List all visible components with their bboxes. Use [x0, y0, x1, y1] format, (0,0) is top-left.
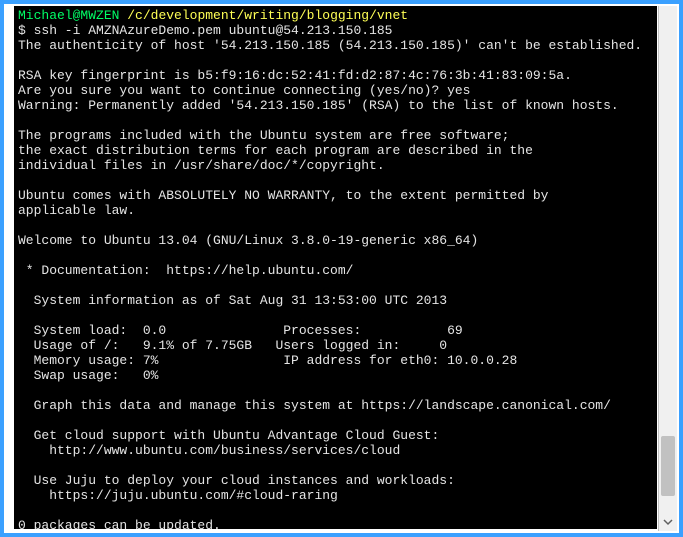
line-warranty-1: Ubuntu comes with ABSOLUTELY NO WARRANTY… [18, 188, 549, 203]
line-programs-1: The programs included with the Ubuntu sy… [18, 128, 509, 143]
ssh-command: $ ssh -i AMZNAzureDemo.pem ubuntu@54.213… [18, 23, 392, 38]
line-warning: Warning: Permanently added '54.213.150.1… [18, 98, 619, 113]
window-frame: Michael@MWZEN /c/development/writing/blo… [0, 0, 683, 537]
prompt-user: Michael@MWZEN [18, 8, 119, 23]
scroll-down-button[interactable] [659, 513, 677, 531]
line-landscape: Graph this data and manage this system a… [18, 398, 611, 413]
line-swap: Swap usage: 0% [18, 368, 158, 383]
scroll-track[interactable] [659, 6, 677, 513]
line-juju-1: Use Juju to deploy your cloud instances … [18, 473, 455, 488]
line-system-load: System load: 0.0 Processes: 69 [18, 323, 463, 338]
prompt-path: /c/development/writing/blogging/vnet [127, 8, 408, 23]
line-cloud-1: Get cloud support with Ubuntu Advantage … [18, 428, 439, 443]
line-programs-3: individual files in /usr/share/doc/*/cop… [18, 158, 385, 173]
line-welcome: Welcome to Ubuntu 13.04 (GNU/Linux 3.8.0… [18, 233, 478, 248]
line-documentation: * Documentation: https://help.ubuntu.com… [18, 263, 353, 278]
line-fingerprint: RSA key fingerprint is b5:f9:16:dc:52:41… [18, 68, 572, 83]
line-sysinfo-header: System information as of Sat Aug 31 13:5… [18, 293, 447, 308]
line-cloud-2: http://www.ubuntu.com/business/services/… [18, 443, 400, 458]
line-juju-2: https://juju.ubuntu.com/#cloud-raring [18, 488, 338, 503]
line-continue: Are you sure you want to continue connec… [18, 83, 470, 98]
line-updates-1: 0 packages can be updated. [18, 518, 221, 529]
chevron-down-icon [663, 517, 673, 527]
scroll-thumb[interactable] [661, 436, 675, 496]
line-warranty-2: applicable law. [18, 203, 135, 218]
scrollbar[interactable] [658, 6, 677, 531]
line-programs-2: the exact distribution terms for each pr… [18, 143, 533, 158]
line-usage: Usage of /: 9.1% of 7.75GB Users logged … [18, 338, 447, 353]
line-authenticity: The authenticity of host '54.213.150.185… [18, 38, 642, 53]
line-memory: Memory usage: 7% IP address for eth0: 10… [18, 353, 517, 368]
terminal-output[interactable]: Michael@MWZEN /c/development/writing/blo… [14, 6, 657, 529]
